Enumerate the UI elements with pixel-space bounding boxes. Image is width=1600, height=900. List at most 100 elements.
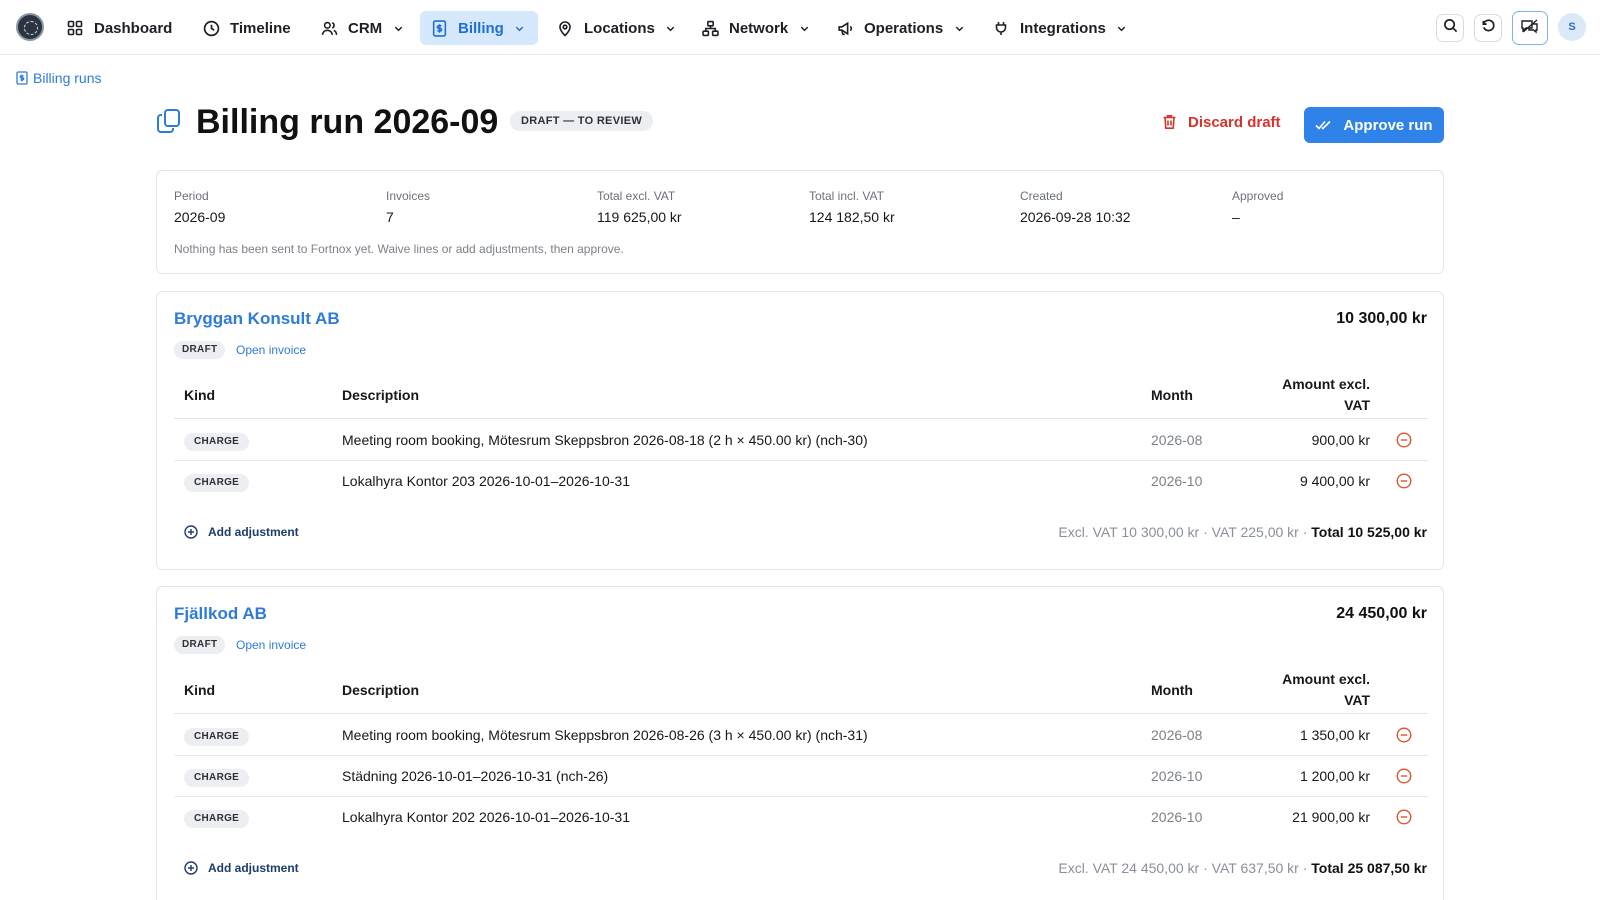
nav-crm[interactable]: CRM [310, 11, 414, 45]
summary-note: Nothing has been sent to Fortnox yet. Wa… [174, 242, 624, 256]
line-amount: 1 350,00 kr [1299, 727, 1370, 743]
footer-total: Total 10 525,00 kr [1311, 524, 1427, 540]
feedback-button[interactable] [1512, 11, 1548, 45]
table-row: CHARGE Lokalhyra Kontor 202 2026-10-01–2… [174, 797, 1428, 838]
waive-line-icon[interactable] [1396, 768, 1412, 784]
line-amount: 1 200,00 kr [1299, 768, 1370, 784]
summary-created: Created 2026-09-28 10:32 [1020, 189, 1131, 225]
add-adjustment-label: Add adjustment [208, 525, 299, 539]
plus-circle-icon [184, 861, 198, 875]
breadcrumb-billing-runs[interactable]: Billing runs [33, 70, 101, 86]
map-pin-icon [556, 19, 574, 37]
run-summary-card: Period 2026-09 Invoices 7 Total excl. VA… [156, 170, 1444, 274]
chevron-down-icon [514, 22, 526, 34]
summary-approved: Approved – [1232, 189, 1284, 225]
nav-crm-label: CRM [348, 19, 383, 37]
approve-run-label: Approve run [1343, 116, 1433, 134]
kind-badge: CHARGE [184, 769, 250, 787]
plug-icon [992, 19, 1010, 37]
page-header: Billing run 2026-09 DRAFT — TO REVIEW Di… [156, 100, 1444, 144]
waive-line-icon[interactable] [1396, 809, 1412, 825]
table-row: CHARGE Meeting room booking, Mötesrum Sk… [174, 420, 1428, 461]
line-month: 2026-10 [1151, 473, 1203, 489]
customer-name-link[interactable]: Fjällkod AB [174, 604, 267, 624]
open-invoice-link[interactable]: Open invoice [236, 343, 306, 357]
summary-total-incl-vat: Total incl. VAT 124 182,50 kr [809, 189, 895, 225]
nav-operations-label: Operations [864, 19, 944, 37]
nav-integrations[interactable]: Integrations [982, 11, 1138, 45]
status-badge: DRAFT — TO REVIEW [510, 111, 654, 131]
nav-dashboard[interactable]: Dashboard [56, 11, 182, 45]
summary-total-excl-vat: Total excl. VAT 119 625,00 kr [597, 189, 682, 225]
plus-circle-icon [184, 525, 198, 539]
double-check-icon [1315, 118, 1333, 132]
line-month: 2026-10 [1151, 768, 1203, 784]
chevron-down-icon [953, 22, 965, 34]
summary-invoices: Invoices 7 [386, 189, 431, 225]
receipt-icon [430, 19, 448, 37]
discard-draft-button[interactable]: Discard draft [1162, 109, 1281, 135]
chevron-down-icon [798, 22, 810, 34]
kind-badge: CHARGE [184, 433, 250, 451]
chevron-down-icon [1116, 22, 1128, 34]
column-month: Month [1151, 386, 1193, 403]
user-avatar[interactable]: S [1558, 13, 1586, 41]
kind-badge: CHARGE [184, 810, 250, 828]
refresh-icon [1481, 18, 1496, 38]
line-description: Städning 2026-10-01–2026-10-31 (nch-26) [342, 768, 609, 784]
table-header: Kind Description Month Amount excl. VAT [174, 665, 1428, 714]
receipt-icon [16, 71, 28, 85]
nav-billing[interactable]: Billing [420, 11, 538, 45]
invoice-total: 10 300,00 kr [1336, 310, 1427, 327]
users-icon [320, 19, 338, 37]
column-kind: Kind [184, 386, 216, 403]
top-navigation: Dashboard Timeline CRM Billing Locations [0, 0, 1600, 55]
column-amount: Amount excl. VAT [1282, 670, 1370, 708]
nav-billing-label: Billing [458, 19, 504, 37]
nav-operations[interactable]: Operations [826, 11, 975, 45]
search-icon [1443, 18, 1458, 38]
customer-name-link[interactable]: Bryggan Konsult AB [174, 309, 340, 329]
approve-run-button[interactable]: Approve run [1304, 107, 1444, 143]
nav-integrations-label: Integrations [1020, 19, 1106, 37]
network-icon [701, 19, 719, 37]
table-row: CHARGE Lokalhyra Kontor 203 2026-10-01–2… [174, 461, 1428, 502]
line-month: 2026-08 [1151, 432, 1203, 448]
table-row: CHARGE Meeting room booking, Mötesrum Sk… [174, 715, 1428, 756]
waive-line-icon[interactable] [1396, 432, 1412, 448]
refresh-button[interactable] [1474, 14, 1502, 42]
invoice-status-badge: DRAFT [174, 636, 226, 654]
waive-line-icon[interactable] [1396, 727, 1412, 743]
waive-line-icon[interactable] [1396, 473, 1412, 489]
nav-dashboard-label: Dashboard [94, 19, 173, 37]
kind-badge: CHARGE [184, 474, 250, 492]
add-adjustment-button[interactable]: Add adjustment [184, 525, 299, 539]
nav-network-label: Network [729, 19, 789, 37]
line-month: 2026-08 [1151, 727, 1203, 743]
open-invoice-link[interactable]: Open invoice [236, 638, 306, 652]
summary-period: Period 2026-09 [174, 189, 226, 225]
nav-timeline[interactable]: Timeline [192, 11, 301, 45]
invoice-footer-totals: Excl. VAT 24 450,00 kr · VAT 637,50 kr ·… [1058, 860, 1427, 876]
column-description: Description [342, 681, 420, 698]
line-description: Lokalhyra Kontor 203 2026-10-01–2026-10-… [342, 473, 630, 489]
line-amount: 21 900,00 kr [1292, 809, 1370, 825]
invoice-footer-totals: Excl. VAT 10 300,00 kr · VAT 225,00 kr ·… [1058, 524, 1427, 540]
search-button[interactable] [1436, 14, 1464, 42]
chevron-down-icon [665, 22, 677, 34]
nav-locations[interactable]: Locations [546, 11, 687, 45]
footer-total: Total 25 087,50 kr [1311, 860, 1427, 876]
page-title: Billing run 2026-09 [196, 103, 499, 141]
breadcrumb[interactable]: Billing runs [16, 70, 101, 86]
table-header: Kind Description Month Amount excl. VAT [174, 370, 1428, 419]
kind-badge: CHARGE [184, 728, 250, 746]
column-kind: Kind [184, 681, 216, 698]
table-row: CHARGE Städning 2026-10-01–2026-10-31 (n… [174, 756, 1428, 797]
footer-excl-vat: Excl. VAT 24 450,00 kr [1058, 860, 1200, 876]
footer-vat: VAT 637,50 kr [1211, 860, 1299, 876]
invoice-status-badge: DRAFT [174, 341, 226, 359]
app-logo[interactable] [16, 13, 44, 41]
nav-network[interactable]: Network [691, 11, 820, 45]
line-month: 2026-10 [1151, 809, 1203, 825]
add-adjustment-button[interactable]: Add adjustment [184, 861, 299, 875]
